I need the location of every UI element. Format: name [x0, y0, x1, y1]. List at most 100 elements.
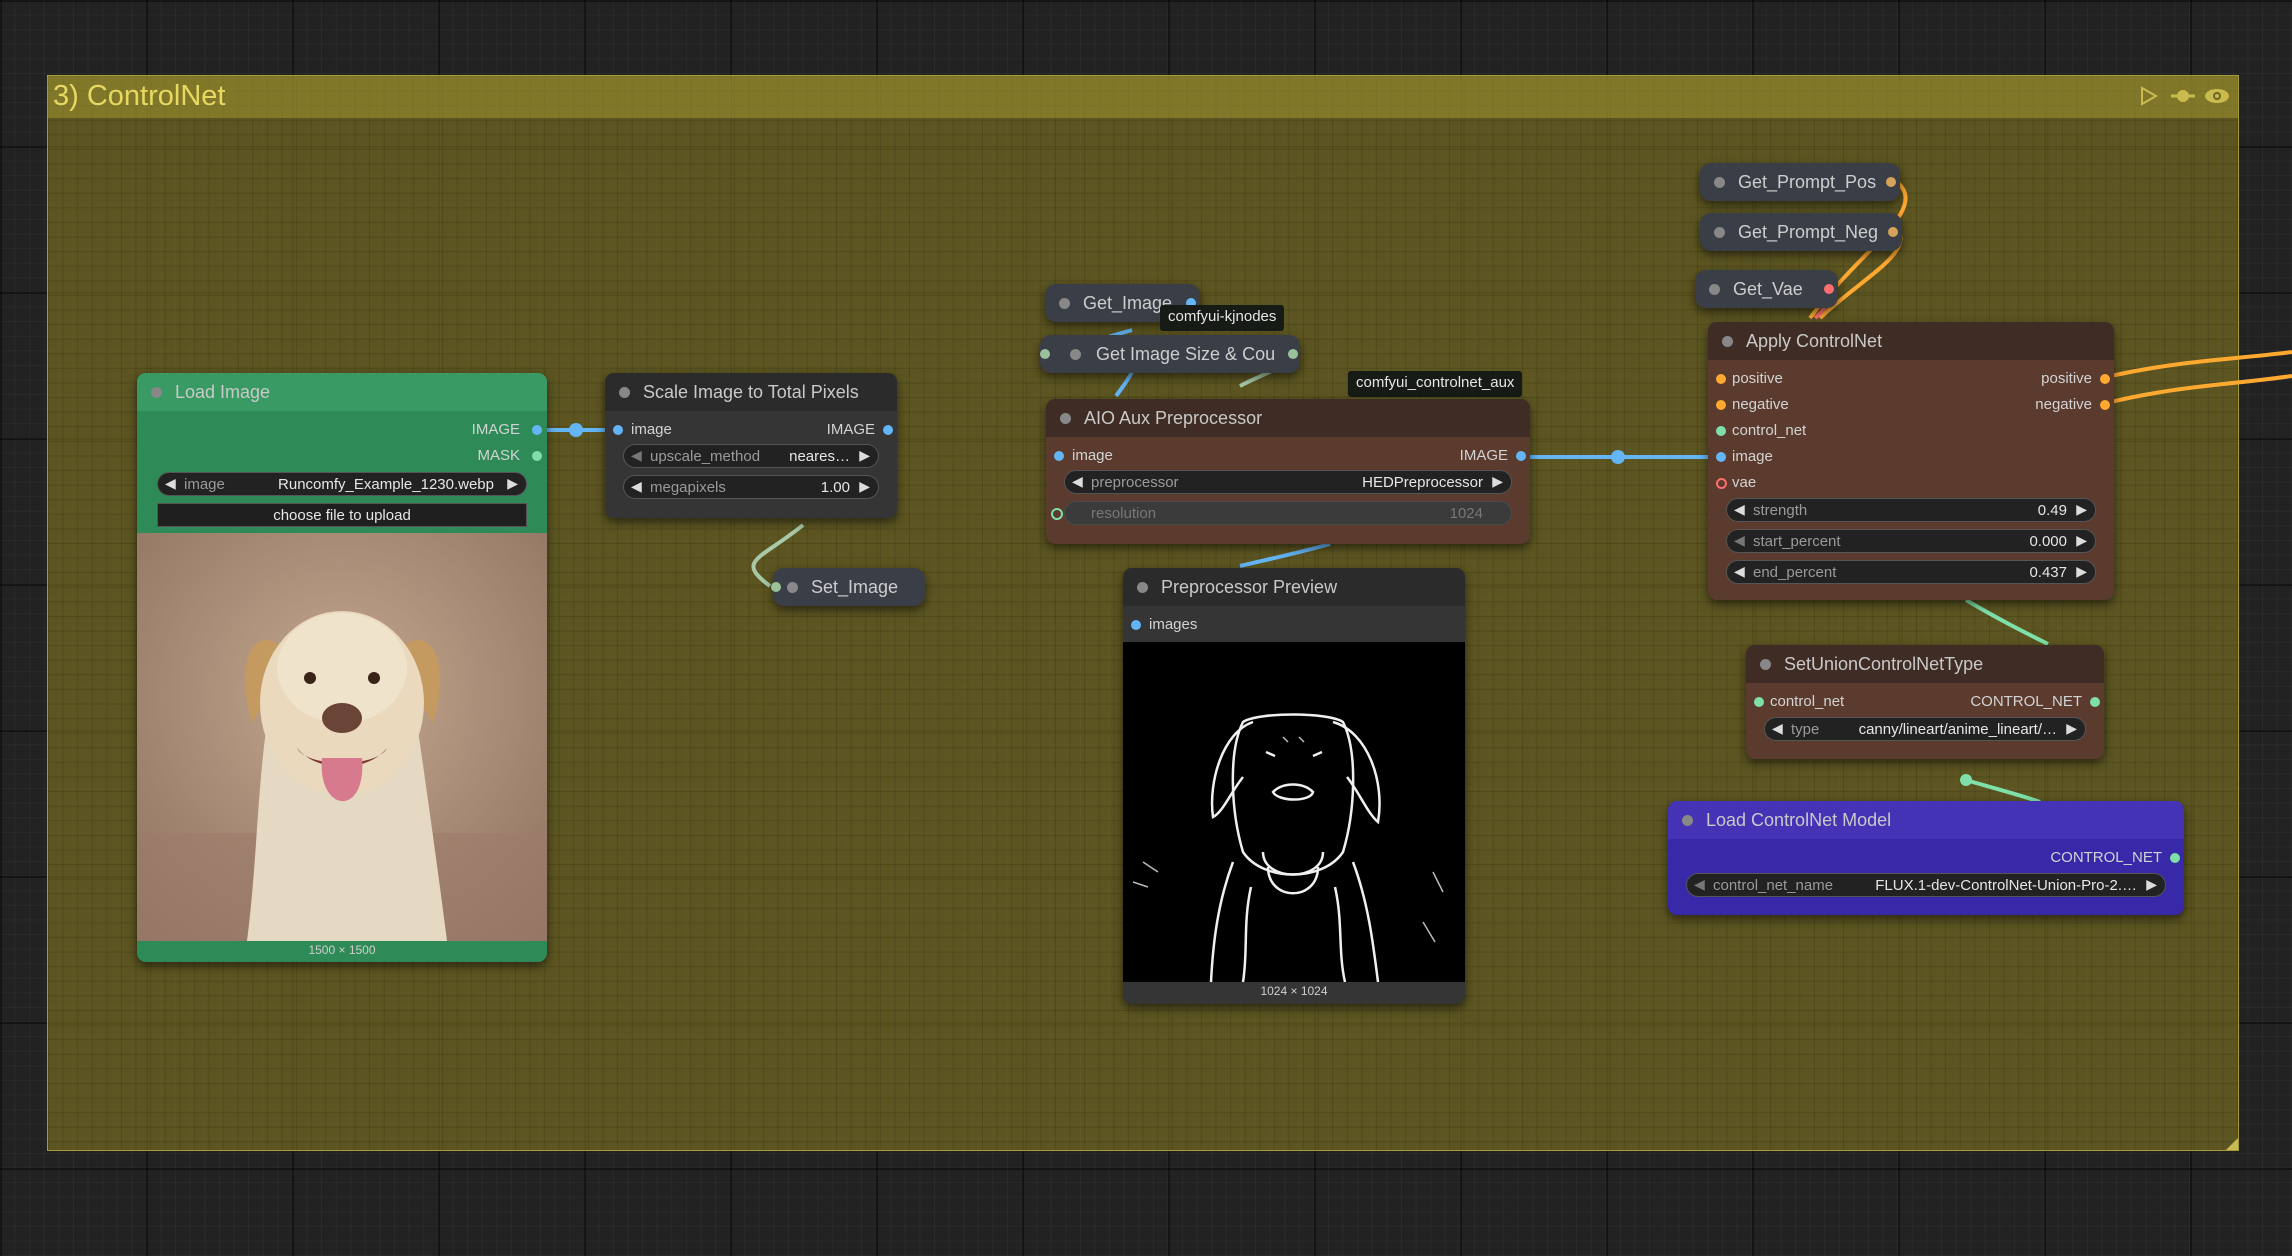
- arrow-right-icon[interactable]: ▶: [2146, 876, 2157, 893]
- control-net-name-widget[interactable]: ◀ control_net_name FLUX.1-dev-ControlNet…: [1686, 873, 2166, 897]
- upload-button[interactable]: choose file to upload: [157, 503, 527, 527]
- output-pin[interactable]: [1888, 227, 1898, 237]
- collapse-dot-icon[interactable]: [1682, 815, 1693, 826]
- node-title-bar[interactable]: Load ControlNet Model: [1668, 801, 2184, 839]
- collapse-dot-icon[interactable]: [619, 387, 630, 398]
- node-title-bar[interactable]: Apply ControlNet: [1708, 322, 2114, 360]
- visibility-eye-icon[interactable]: [2204, 85, 2230, 107]
- arrow-right-icon[interactable]: ▶: [859, 478, 870, 495]
- end-percent-widget[interactable]: ◀ end_percent 0.437 ▶: [1726, 560, 2096, 584]
- arrow-left-icon[interactable]: ◀: [1734, 501, 1745, 518]
- widget-label: control_net_name: [1713, 877, 1834, 894]
- arrow-left-icon[interactable]: ◀: [631, 447, 642, 464]
- preprocessor-preview-node[interactable]: Preprocessor Preview images 1024 × 1024: [1123, 568, 1465, 1004]
- arrow-left-icon[interactable]: ◀: [1072, 473, 1083, 490]
- node-title: Get_Prompt_Pos: [1738, 172, 1877, 192]
- arrow-left-icon[interactable]: ◀: [1772, 720, 1783, 737]
- get-prompt-neg-node[interactable]: Get_Prompt_Neg: [1700, 213, 1902, 251]
- collapse-dot-icon[interactable]: [1722, 336, 1733, 347]
- group-header[interactable]: 3) ControlNet: [48, 76, 2238, 118]
- output-pin-control-net[interactable]: [2170, 853, 2180, 863]
- arrow-left-icon[interactable]: ◀: [1734, 563, 1745, 580]
- arrow-right-icon[interactable]: ▶: [2076, 563, 2087, 580]
- collapse-dot-icon[interactable]: [1714, 177, 1725, 188]
- input-label-negative: negative: [1732, 396, 1789, 413]
- load-controlnet-model-node[interactable]: Load ControlNet Model CONTROL_NET ◀ cont…: [1668, 801, 2184, 915]
- input-pin-resolution[interactable]: [1051, 508, 1063, 520]
- arrow-right-icon[interactable]: ▶: [507, 475, 518, 492]
- input-pin-control-net[interactable]: [1716, 426, 1726, 436]
- input-pin-negative[interactable]: [1716, 400, 1726, 410]
- get-prompt-pos-node[interactable]: Get_Prompt_Pos: [1700, 163, 1900, 201]
- collapse-dot-icon[interactable]: [1714, 227, 1725, 238]
- aio-aux-preprocessor-node[interactable]: AIO Aux Preprocessor image IMAGE ◀ prepr…: [1046, 399, 1530, 544]
- get-image-size-node[interactable]: Get Image Size & Cou: [1040, 335, 1300, 373]
- strength-widget[interactable]: ◀ strength 0.49 ▶: [1726, 498, 2096, 522]
- output-pin[interactable]: [1288, 349, 1298, 359]
- collapse-dot-icon[interactable]: [1709, 284, 1720, 295]
- output-pin-image[interactable]: [1516, 451, 1526, 461]
- widget-label: start_percent: [1753, 533, 1841, 550]
- link-toggle-icon[interactable]: [2170, 85, 2196, 107]
- group-resize-handle[interactable]: [2226, 1138, 2238, 1150]
- arrow-left-icon[interactable]: ◀: [631, 478, 642, 495]
- input-pin-image[interactable]: [613, 425, 623, 435]
- collapse-dot-icon[interactable]: [1760, 659, 1771, 670]
- input-pin[interactable]: [771, 582, 781, 592]
- arrow-right-icon[interactable]: ▶: [2076, 501, 2087, 518]
- arrow-right-icon[interactable]: ▶: [859, 447, 870, 464]
- arrow-left-icon[interactable]: ◀: [165, 475, 176, 492]
- output-pin-positive[interactable]: [2100, 374, 2110, 384]
- output-pin-mask[interactable]: [532, 451, 542, 461]
- set-image-node[interactable]: Set_Image: [771, 568, 925, 606]
- input-label-vae: vae: [1732, 474, 1757, 491]
- input-pin-vae[interactable]: [1716, 478, 1727, 489]
- node-title-bar[interactable]: Load Image: [137, 373, 547, 411]
- node-title-bar[interactable]: Scale Image to Total Pixels: [605, 373, 897, 411]
- input-pin-images[interactable]: [1131, 620, 1141, 630]
- collapse-dot-icon[interactable]: [151, 387, 162, 398]
- input-label-images: images: [1149, 616, 1198, 633]
- input-pin-image[interactable]: [1054, 451, 1064, 461]
- type-widget[interactable]: ◀ type canny/lineart/anime_lineart/… ▶: [1764, 717, 2086, 741]
- input-pin-image[interactable]: [1716, 452, 1726, 462]
- input-pin-positive[interactable]: [1716, 374, 1726, 384]
- collapse-dot-icon[interactable]: [1059, 298, 1070, 309]
- output-label-mask: MASK: [477, 447, 520, 464]
- image-select-widget[interactable]: ◀ image Runcomfy_Example_1230.webp ▶: [157, 472, 527, 496]
- node-title-bar[interactable]: AIO Aux Preprocessor: [1046, 399, 1530, 437]
- megapixels-widget[interactable]: ◀ megapixels 1.00 ▶: [623, 475, 879, 499]
- arrow-left-icon[interactable]: ◀: [1734, 532, 1745, 549]
- input-label-positive: positive: [1732, 370, 1783, 387]
- load-image-node[interactable]: Load Image IMAGE MASK ◀ image Runcomfy_E…: [137, 373, 547, 962]
- input-pin[interactable]: [1040, 349, 1050, 359]
- node-title-bar[interactable]: Preprocessor Preview: [1123, 568, 1465, 606]
- input-pin-control-net[interactable]: [1754, 697, 1764, 707]
- output-pin-image[interactable]: [532, 425, 542, 435]
- upscale-method-widget[interactable]: ◀ upscale_method neares… ▶: [623, 444, 879, 468]
- arrow-right-icon[interactable]: ▶: [2076, 532, 2087, 549]
- arrow-right-icon[interactable]: ▶: [2066, 720, 2077, 737]
- arrow-left-icon[interactable]: ◀: [1694, 876, 1705, 893]
- start-percent-widget[interactable]: ◀ start_percent 0.000 ▶: [1726, 529, 2096, 553]
- scale-image-node[interactable]: Scale Image to Total Pixels image IMAGE …: [605, 373, 897, 518]
- resolution-widget[interactable]: resolution 1024: [1064, 501, 1512, 525]
- output-pin-negative[interactable]: [2100, 400, 2110, 410]
- output-pin[interactable]: [1824, 284, 1834, 294]
- get-vae-node[interactable]: Get_Vae: [1695, 270, 1838, 308]
- set-union-controlnet-type-node[interactable]: SetUnionControlNetType control_net CONTR…: [1746, 645, 2104, 759]
- apply-controlnet-node[interactable]: Apply ControlNet positive positive negat…: [1708, 322, 2114, 600]
- node-title: Get_Prompt_Neg: [1738, 222, 1879, 242]
- preprocessor-widget[interactable]: ◀ preprocessor HEDPreprocessor ▶: [1064, 470, 1512, 494]
- arrow-right-icon[interactable]: ▶: [1492, 473, 1503, 490]
- collapse-dot-icon[interactable]: [787, 582, 798, 593]
- collapse-dot-icon[interactable]: [1137, 582, 1148, 593]
- play-icon[interactable]: [2136, 85, 2162, 107]
- output-pin-control-net[interactable]: [2090, 697, 2100, 707]
- widget-value: 0.49: [2037, 502, 2067, 519]
- collapse-dot-icon[interactable]: [1070, 349, 1081, 360]
- output-pin[interactable]: [1886, 177, 1896, 187]
- output-pin-image[interactable]: [883, 425, 893, 435]
- collapse-dot-icon[interactable]: [1060, 413, 1071, 424]
- node-title-bar[interactable]: SetUnionControlNetType: [1746, 645, 2104, 683]
